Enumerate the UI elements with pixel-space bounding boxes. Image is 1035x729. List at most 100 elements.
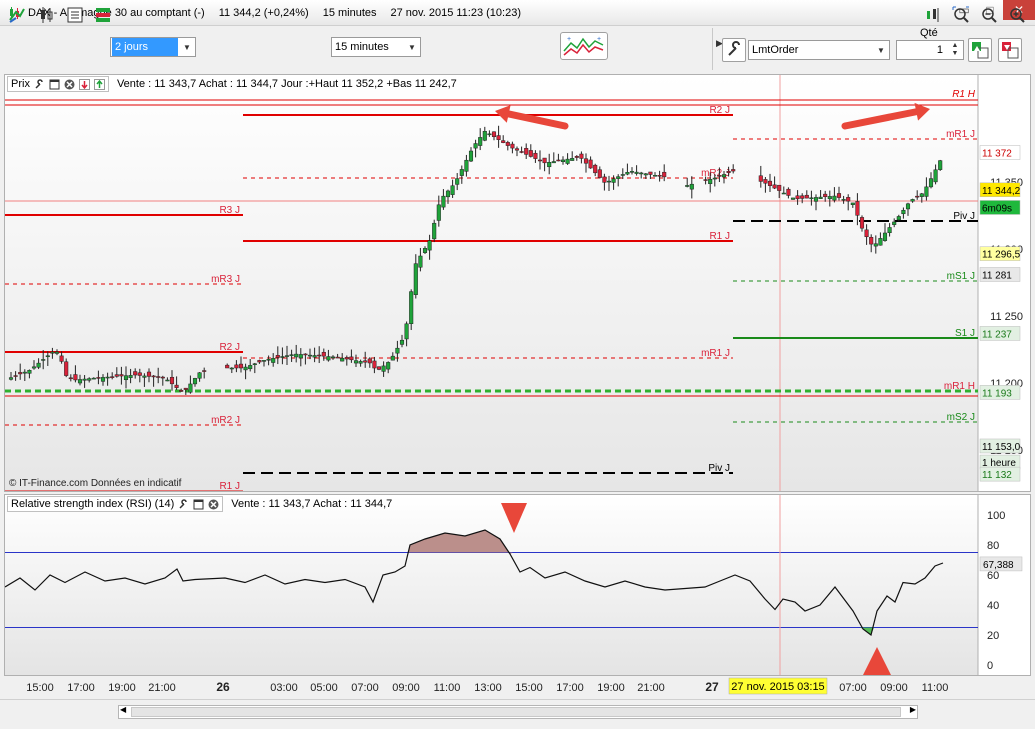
price-axis-area bbox=[978, 75, 1030, 491]
window-icon[interactable] bbox=[193, 499, 204, 510]
candle-body bbox=[731, 169, 736, 172]
time-axis[interactable]: 15:00 17:00 19:00 21:00 26 03:00 05:00 07:00 09:… bbox=[0, 676, 1035, 698]
price-tag-label: 11 132 bbox=[982, 470, 1012, 481]
close-icon[interactable] bbox=[64, 79, 75, 90]
candle-body bbox=[427, 240, 432, 251]
close-icon[interactable] bbox=[208, 499, 219, 510]
order-type-select[interactable]: LmtOrder ▼ bbox=[748, 40, 890, 60]
qty-stepper[interactable]: 1 ▲ ▼ bbox=[896, 40, 964, 60]
autoscale-icon[interactable] bbox=[924, 6, 942, 24]
candle-body bbox=[602, 176, 607, 183]
rsi-axis-area bbox=[978, 495, 1030, 675]
scroll-right-icon[interactable]: ▶ bbox=[910, 705, 916, 714]
time-axis-tick: 21:00 bbox=[148, 682, 176, 694]
price-tag-label: 11 296,5 bbox=[982, 250, 1021, 261]
wrench-icon[interactable] bbox=[34, 78, 45, 90]
candle-body bbox=[685, 185, 690, 187]
candle-body bbox=[335, 356, 340, 359]
price-quote-text: Vente : 11 343,7 Achat : 11 344,7 Jour :… bbox=[116, 78, 457, 90]
time-scrollbar[interactable]: ◀ ▶ bbox=[118, 705, 918, 719]
time-axis-tick: 21:00 bbox=[637, 682, 665, 694]
zoom-in-icon[interactable] bbox=[1008, 6, 1026, 24]
candle-body bbox=[31, 366, 37, 369]
order-book-icon[interactable] bbox=[94, 6, 112, 24]
candle-body bbox=[344, 357, 349, 360]
drawing-tools-icon[interactable] bbox=[8, 6, 26, 24]
price-tag: 6m09s bbox=[979, 200, 1021, 215]
indicators-button[interactable]: + + bbox=[560, 32, 608, 60]
level-label-r3j: R3 J bbox=[219, 205, 240, 216]
candle-body bbox=[50, 351, 55, 354]
candle-body bbox=[634, 171, 639, 174]
rsi-value-tag: 67,388 bbox=[979, 556, 1023, 572]
indicator-chart-icon: + + bbox=[563, 36, 604, 56]
candle-body bbox=[229, 367, 234, 370]
candle-body bbox=[717, 175, 722, 177]
chart-type-icon[interactable] bbox=[38, 6, 56, 24]
candle-body bbox=[933, 169, 938, 183]
candle-body bbox=[445, 190, 451, 198]
candle-body bbox=[869, 237, 874, 245]
rsi-chart[interactable]: 100 80 60 40 20 0 67,388 bbox=[5, 495, 1030, 675]
sell-button[interactable] bbox=[998, 38, 1022, 62]
scroll-left-icon[interactable]: ◀ bbox=[120, 705, 126, 714]
price-chart[interactable]: R2 J mR1 J mR2 J R3 J R1 J Piv J mR3 J mS1 J S1 … bbox=[5, 75, 1030, 491]
candle-body bbox=[491, 131, 497, 138]
price-panel: R2 J mR1 J mR2 J R3 J R1 J Piv J mR3 J mS1 J S1 … bbox=[4, 74, 1031, 492]
candle-body bbox=[280, 356, 285, 358]
candle-body bbox=[537, 159, 543, 162]
buy-button[interactable] bbox=[968, 38, 992, 62]
candle-body bbox=[303, 353, 308, 356]
candle-body bbox=[257, 360, 262, 363]
candle-body bbox=[514, 148, 520, 151]
candle-body bbox=[565, 158, 570, 164]
scrollbar-thumb[interactable] bbox=[131, 707, 901, 717]
rsi-axis-tick: 60 bbox=[987, 570, 999, 582]
period-select[interactable]: 2 jours ▼ bbox=[110, 37, 196, 57]
title-bar: DAX - Allemagne 30 au comptant (-) 11 34… bbox=[0, 0, 1035, 26]
candle-body bbox=[64, 361, 69, 376]
rsi-axis-tick: 80 bbox=[987, 540, 999, 552]
stepper-arrows-icon[interactable]: ▲ ▼ bbox=[947, 42, 963, 58]
candle-body bbox=[298, 354, 303, 359]
move-up-icon[interactable] bbox=[93, 78, 105, 90]
candle-body bbox=[758, 175, 763, 182]
zoom-fit-icon[interactable] bbox=[952, 6, 970, 24]
time-axis-tick: 03:00 bbox=[270, 682, 298, 694]
candle-body bbox=[795, 195, 800, 200]
candle-body bbox=[813, 197, 819, 202]
settings-grid-icon[interactable] bbox=[66, 6, 84, 24]
window-icon[interactable] bbox=[49, 79, 60, 90]
candle-body bbox=[266, 359, 271, 361]
candle-body bbox=[271, 358, 276, 363]
candle-body bbox=[441, 195, 446, 208]
level-label-r1j: R1 J bbox=[709, 231, 730, 242]
time-axis-tick: 07:00 bbox=[839, 682, 867, 694]
zoom-out-icon[interactable] bbox=[980, 6, 998, 24]
wrench-icon bbox=[728, 41, 740, 56]
wrench-icon[interactable] bbox=[178, 498, 189, 510]
time-axis-tick: 26 bbox=[216, 680, 230, 694]
level-label-ms2j: mS2 J bbox=[947, 412, 975, 423]
candle-body bbox=[137, 372, 142, 376]
level-label-r1h: R1 H bbox=[952, 89, 976, 100]
order-settings-button[interactable] bbox=[722, 38, 746, 62]
move-down-icon[interactable] bbox=[78, 78, 90, 90]
candle-body bbox=[643, 173, 648, 176]
candle-body bbox=[873, 243, 878, 247]
rsi-axis-tick: 20 bbox=[987, 630, 999, 642]
buy-order-icon bbox=[972, 42, 989, 59]
candle-body bbox=[938, 160, 943, 170]
candle-body bbox=[252, 363, 257, 365]
candle-body bbox=[96, 377, 101, 379]
time-cursor-tag: 27 nov. 2015 03:15 bbox=[728, 677, 828, 695]
interval-select[interactable]: 15 minutes ▼ bbox=[331, 37, 421, 57]
candle-body bbox=[294, 353, 299, 358]
candle-body bbox=[570, 158, 575, 161]
candle-body bbox=[560, 159, 566, 162]
candle-body bbox=[712, 177, 717, 180]
candle-body bbox=[841, 199, 846, 201]
time-axis-tick: 27 bbox=[705, 680, 719, 694]
candle-body bbox=[363, 360, 368, 363]
candle-body bbox=[36, 362, 41, 368]
